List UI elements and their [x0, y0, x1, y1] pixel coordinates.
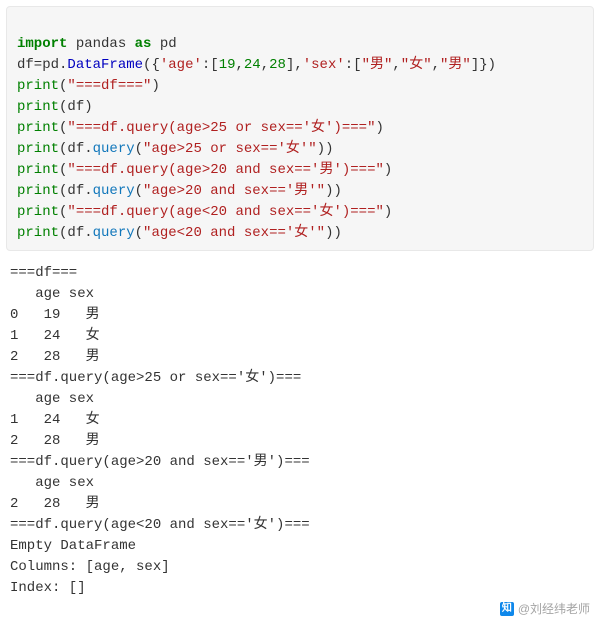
fn-query: query: [93, 183, 135, 199]
code-text: ,: [261, 57, 269, 73]
code-text: (df.: [59, 183, 93, 199]
code-text: (df): [59, 99, 93, 115]
str-male2: "男": [440, 57, 471, 73]
code-text: (: [135, 225, 143, 241]
str-q1: "age>25 or sex=='女'": [143, 141, 317, 157]
str-sex: 'sex': [303, 57, 345, 73]
str-female: "女": [401, 57, 432, 73]
str-q2-header: "===df.query(age>20 and sex=='男')===": [67, 162, 383, 178]
num-19: 19: [219, 57, 236, 73]
watermark-text: @刘经纬老师: [518, 600, 590, 618]
code-text: ,: [432, 57, 440, 73]
num-28: 28: [269, 57, 286, 73]
str-q2: "age>20 and sex=='男'": [143, 183, 325, 199]
code-text: (df.: [59, 141, 93, 157]
str-age: 'age': [160, 57, 202, 73]
fn-print: print: [17, 225, 59, 241]
str-male: "男": [362, 57, 393, 73]
code-text: df=pd.: [17, 57, 67, 73]
code-text: (: [135, 141, 143, 157]
str-header: "===df===": [67, 78, 151, 94]
code-text: ): [384, 162, 392, 178]
code-text: ): [375, 120, 383, 136]
code-text: ],: [286, 57, 303, 73]
fn-print: print: [17, 78, 59, 94]
code-text: )): [317, 141, 334, 157]
output-text: ===df=== age sex 0 19 男 1 24 女 2 28 男 ==…: [10, 265, 310, 596]
fn-query: query: [93, 141, 135, 157]
zhihu-icon: 知: [500, 602, 514, 616]
str-q3: "age<20 and sex=='女'": [143, 225, 325, 241]
fn-dataframe: DataFrame: [67, 57, 143, 73]
code-text: :[: [202, 57, 219, 73]
code-text: ({: [143, 57, 160, 73]
code-text: )): [325, 183, 342, 199]
str-q3-header: "===df.query(age<20 and sex=='女')===": [67, 204, 383, 220]
output-block: ===df=== age sex 0 19 男 1 24 女 2 28 男 ==…: [0, 257, 600, 624]
code-text: ,: [236, 57, 244, 73]
code-text: (df.: [59, 225, 93, 241]
code-text: ): [384, 204, 392, 220]
code-block: import pandas as pd df=pd.DataFrame({'ag…: [6, 6, 594, 251]
kw-as: as: [135, 36, 152, 52]
code-text: )): [325, 225, 342, 241]
module-pandas: pandas: [76, 36, 126, 52]
num-24: 24: [244, 57, 261, 73]
fn-print: print: [17, 120, 59, 136]
fn-print: print: [17, 162, 59, 178]
str-q1-header: "===df.query(age>25 or sex=='女')===": [67, 120, 375, 136]
code-text: ]}): [471, 57, 496, 73]
alias-pd: pd: [160, 36, 177, 52]
code-text: ): [151, 78, 159, 94]
watermark: 知 @刘经纬老师: [500, 600, 590, 618]
fn-print: print: [17, 204, 59, 220]
fn-query: query: [93, 225, 135, 241]
code-text: (: [135, 183, 143, 199]
kw-import: import: [17, 36, 67, 52]
code-text: ,: [392, 57, 400, 73]
code-text: :[: [345, 57, 362, 73]
fn-print: print: [17, 99, 59, 115]
fn-print: print: [17, 141, 59, 157]
fn-print: print: [17, 183, 59, 199]
